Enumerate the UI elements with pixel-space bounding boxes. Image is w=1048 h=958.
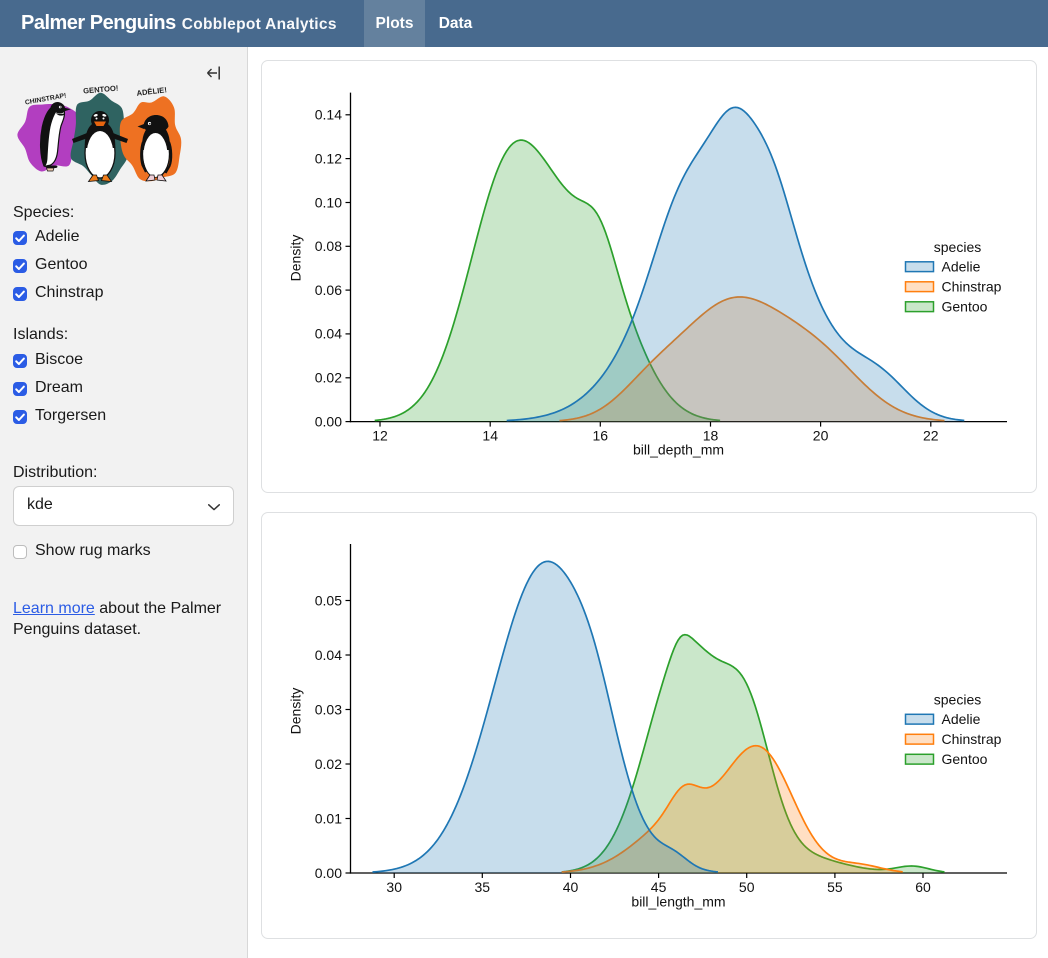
- svg-text:40: 40: [563, 879, 579, 895]
- svg-text:Density: Density: [288, 688, 304, 735]
- svg-text:12: 12: [372, 428, 388, 444]
- svg-text:Chinstrap: Chinstrap: [942, 731, 1002, 747]
- svg-text:Adelie: Adelie: [942, 711, 981, 727]
- svg-text:35: 35: [475, 879, 491, 895]
- svg-text:0.01: 0.01: [315, 810, 342, 826]
- svg-text:22: 22: [923, 428, 939, 444]
- svg-text:0.10: 0.10: [315, 194, 342, 210]
- svg-text:0.00: 0.00: [315, 413, 342, 429]
- svg-text:0.00: 0.00: [315, 865, 342, 881]
- svg-text:16: 16: [593, 428, 609, 444]
- svg-text:0.02: 0.02: [315, 756, 342, 772]
- svg-text:GENTOO!: GENTOO!: [83, 83, 119, 95]
- svg-text:bill_length_mm: bill_length_mm: [631, 894, 725, 910]
- svg-text:14: 14: [482, 428, 498, 444]
- svg-text:30: 30: [386, 879, 402, 895]
- svg-text:Gentoo: Gentoo: [942, 751, 988, 767]
- svg-text:50: 50: [739, 879, 755, 895]
- svg-text:0.04: 0.04: [315, 647, 342, 663]
- svg-text:0.05: 0.05: [315, 592, 342, 608]
- svg-text:species: species: [934, 691, 981, 707]
- svg-text:ADĒLIE!: ADĒLIE!: [136, 85, 167, 98]
- svg-text:species: species: [934, 239, 981, 255]
- svg-text:0.12: 0.12: [315, 150, 342, 166]
- svg-text:Density: Density: [288, 235, 304, 282]
- svg-text:0.08: 0.08: [315, 238, 342, 254]
- svg-text:0.02: 0.02: [315, 370, 342, 386]
- svg-text:0.06: 0.06: [315, 282, 342, 298]
- svg-text:60: 60: [915, 879, 931, 895]
- svg-text:Gentoo: Gentoo: [942, 299, 988, 315]
- svg-text:20: 20: [813, 428, 829, 444]
- svg-text:0.04: 0.04: [315, 326, 342, 342]
- svg-text:bill_depth_mm: bill_depth_mm: [633, 442, 724, 458]
- svg-text:0.14: 0.14: [315, 107, 342, 123]
- svg-text:55: 55: [827, 879, 843, 895]
- svg-text:Adelie: Adelie: [942, 259, 981, 275]
- svg-text:Chinstrap: Chinstrap: [942, 279, 1002, 295]
- svg-text:0.03: 0.03: [315, 701, 342, 717]
